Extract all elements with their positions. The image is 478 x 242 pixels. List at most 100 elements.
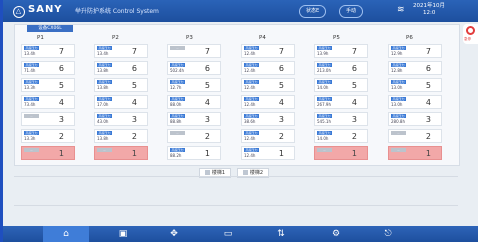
level-cell[interactable]: 高度压力 12.4h 6 (241, 61, 295, 75)
level-cell[interactable]: 高度压力 13.0h 4 (388, 95, 442, 109)
level-cell[interactable]: -- 1 (94, 146, 148, 160)
level-cell[interactable]: 高度压力 545.1h 3 (314, 112, 368, 126)
cell-value: 13.0h (391, 85, 403, 90)
cell-tag: -- (24, 148, 39, 152)
status-pill-2[interactable]: 手动 (339, 5, 364, 18)
cell-level: 1 (131, 149, 137, 158)
level-cell[interactable]: 高度压力 12.4h 1 (241, 146, 295, 160)
level-cell[interactable]: 高度压力 267.9h 4 (314, 95, 368, 109)
level-cell[interactable]: 高度压力 12.4h 5 (241, 78, 295, 92)
cell-level: 6 (425, 64, 431, 73)
cell-value: 12.8h (391, 68, 403, 73)
cell-value: 267.9h (317, 102, 331, 107)
cell-level: 5 (58, 81, 64, 90)
level-cell[interactable]: 高度压力 12.7h 5 (167, 78, 221, 92)
panel-tab-title[interactable]: 设备CX06L (27, 25, 73, 32)
level-cell[interactable]: 高度压力 14.0h 5 (314, 78, 368, 92)
level-cell[interactable]: 高度压力 38.6h 3 (241, 112, 295, 126)
level-cell[interactable]: 高度压力 13.3h 2 (21, 129, 75, 143)
level-cell[interactable]: 高度压力 213.0h 6 (314, 61, 368, 75)
level-cell[interactable]: 高度压力 12.4h 4 (241, 95, 295, 109)
cell-value: 13.0h (391, 102, 403, 107)
emergency-stop-button[interactable]: 急停 (463, 24, 478, 44)
monitor-icon[interactable]: ▭ (205, 226, 251, 242)
cell-tag: 高度压力 (97, 114, 112, 118)
status-pill-1[interactable]: 状态E (299, 5, 327, 18)
level-cell[interactable]: 高度压力 13.0h 5 (388, 78, 442, 92)
settings-icon[interactable]: ⚙ (313, 226, 359, 242)
cell-tag: 高度压力 (244, 114, 259, 118)
level-cell[interactable]: -- 2 (167, 129, 221, 143)
column-header: P3 (186, 35, 193, 41)
cell-tag: 高度压力 (244, 131, 259, 135)
cell-level: 3 (351, 115, 357, 124)
left-edge-strip (0, 0, 3, 242)
cell-tag: 高度压力 (317, 80, 332, 84)
cell-level: 5 (351, 81, 357, 90)
cell-value: 12.4h (244, 153, 256, 158)
cell-value: 13.8h (97, 68, 109, 73)
cell-level: 4 (351, 98, 357, 107)
cell-level: 7 (351, 47, 357, 56)
cell-tag: 高度压力 (24, 97, 39, 101)
cell-value: 12.4h (244, 102, 256, 107)
cell-level: 6 (58, 64, 64, 73)
cell-level: 3 (278, 115, 284, 124)
level-cell[interactable]: -- 2 (388, 129, 442, 143)
home-icon[interactable]: ⌂ (43, 226, 89, 242)
level-cell[interactable]: 高度压力 13.4h 7 (94, 44, 148, 58)
cell-tag: 高度压力 (391, 46, 406, 50)
level-cell[interactable]: 高度压力 13.4h 7 (21, 44, 75, 58)
cell-tag: 高度压力 (24, 131, 39, 135)
cell-level: 2 (58, 132, 64, 141)
level-cell[interactable]: 高度压力 502.4h 6 (167, 61, 221, 75)
cell-level: 6 (278, 64, 284, 73)
datetime-time: 12:0 (423, 10, 436, 16)
exit-icon[interactable]: ⎋ (365, 226, 411, 242)
level-cell[interactable]: 高度压力 14.0h 2 (314, 129, 368, 143)
cell-tag: 高度压力 (391, 63, 406, 67)
cell-level: 5 (131, 81, 137, 90)
cell-tag: 高度压力 (391, 97, 406, 101)
cell-tag: -- (391, 148, 406, 152)
level-cell[interactable]: 高度压力 17.0h 4 (94, 95, 148, 109)
level-cell[interactable]: 高度压力 88.0h 4 (167, 95, 221, 109)
cell-tag: 高度压力 (97, 63, 112, 67)
level-cell[interactable]: -- 1 (314, 146, 368, 160)
level-cell[interactable]: 高度压力 71.4h 6 (21, 61, 75, 75)
cell-level: 6 (131, 64, 137, 73)
level-cell[interactable]: 高度压力 12.9h 7 (388, 44, 442, 58)
cell-tag: 高度压力 (317, 46, 332, 50)
sort-icon[interactable]: ⇅ (258, 226, 304, 242)
column-header: P2 (112, 35, 119, 41)
level-cell[interactable]: 高度压力 12.8h 6 (388, 61, 442, 75)
level-cell[interactable]: 高度压力 13.9h 7 (314, 44, 368, 58)
cell-value: 13.3h (24, 85, 36, 90)
level-cell[interactable]: 高度压力 43.0h 3 (94, 112, 148, 126)
cell-value: 43.0h (97, 119, 109, 124)
column-header: P6 (406, 35, 413, 41)
level-cell[interactable]: -- 3 (21, 112, 75, 126)
level-cell[interactable]: 高度压力 12.4h 2 (241, 129, 295, 143)
cell-value: 213.0h (317, 68, 331, 73)
level-cell[interactable]: 高度压力 13.8h 6 (94, 61, 148, 75)
cell-value: 73.4h (24, 102, 36, 107)
cell-tag: 高度压力 (317, 97, 332, 101)
devices-icon[interactable]: ▣ (100, 226, 146, 242)
level-cell[interactable]: 高度压力 88.2h 1 (167, 146, 221, 160)
move-icon[interactable]: ✥ (151, 226, 197, 242)
level-cell[interactable]: 高度压力 13.3h 5 (21, 78, 75, 92)
level-cell[interactable]: 高度压力 280.8h 3 (388, 112, 442, 126)
level-cell[interactable]: 高度压力 13.8h 5 (94, 78, 148, 92)
emergency-stop-icon (466, 26, 475, 35)
level-cell[interactable]: 高度压力 88.8h 3 (167, 112, 221, 126)
level-cell[interactable]: 高度压力 73.4h 4 (21, 95, 75, 109)
level-cell[interactable]: 高度压力 12.4h 7 (241, 44, 295, 58)
level-cell[interactable]: -- 1 (388, 146, 442, 160)
level-cell[interactable]: -- 7 (167, 44, 221, 58)
level-cell[interactable]: -- 1 (21, 146, 75, 160)
brand-logo: △ SANY (13, 4, 63, 18)
cell-tag: 高度压力 (97, 46, 112, 50)
level-cell[interactable]: 高度压力 13.8h 2 (94, 129, 148, 143)
cell-value: 12.4h (244, 68, 256, 73)
